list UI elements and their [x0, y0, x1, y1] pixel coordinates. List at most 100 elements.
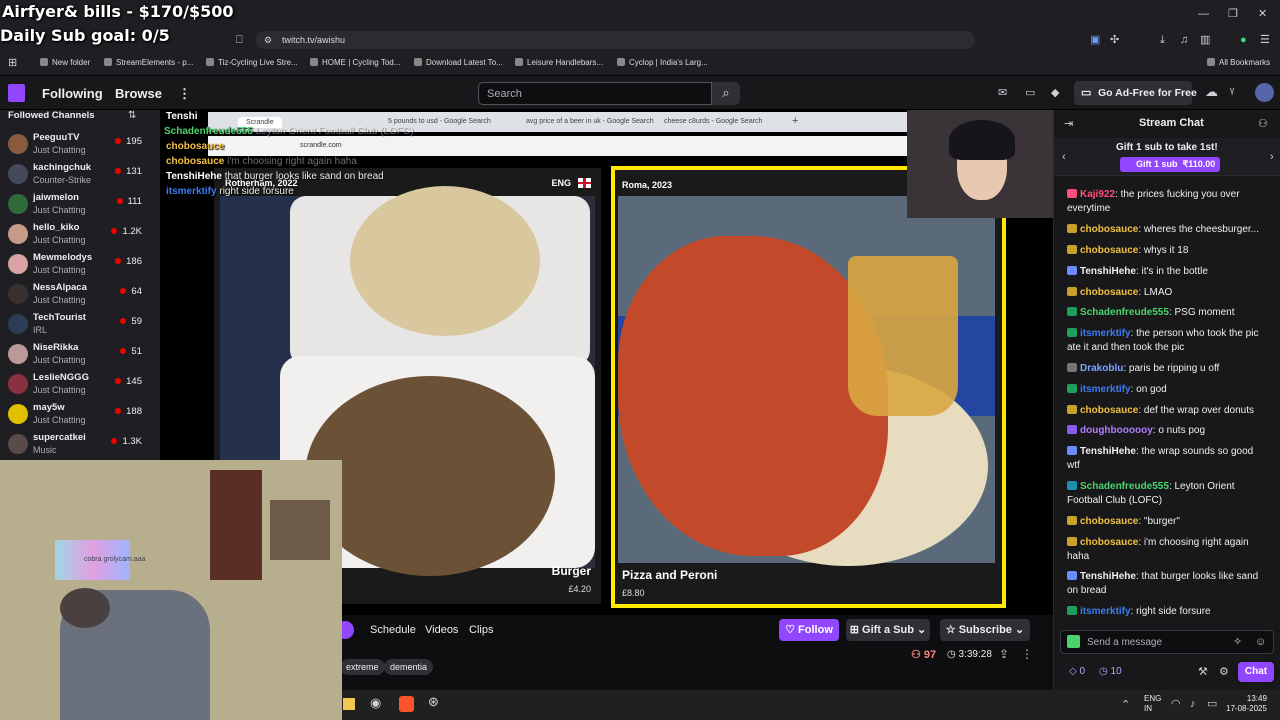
prediction-icon[interactable]: ⚒ — [1198, 666, 1208, 678]
chat-username[interactable]: TenshiHehe — [1080, 571, 1136, 582]
sidebar-channel[interactable]: supercatkei Music 1.3K — [0, 430, 160, 460]
chat-username[interactable]: Kaji922 — [1080, 189, 1115, 200]
chat-username[interactable]: Schadenfreude555 — [1080, 307, 1169, 318]
sidebar-channel[interactable]: PeeguuTV Just Chatting 195 — [0, 130, 160, 160]
chat-username[interactable]: itsmerktify — [1080, 384, 1131, 395]
tab-videos[interactable]: Videos — [425, 624, 458, 636]
tab-clips[interactable]: Clips — [469, 624, 493, 636]
user-avatar[interactable] — [1255, 83, 1274, 102]
chat-username[interactable]: chobosauce — [1080, 224, 1138, 235]
address-bar[interactable]: ⚙ twitch.tv/awishu — [255, 31, 975, 49]
puzzle-icon[interactable]: ✣ — [1110, 34, 1119, 46]
chat-username[interactable]: itsmerktify — [1080, 606, 1131, 617]
sidebar-channel[interactable]: kachingchuk Counter-Strike 131 — [0, 160, 160, 190]
search-input[interactable]: Search — [478, 82, 712, 105]
bookmark-icon[interactable]: ⎕ — [236, 34, 243, 46]
bookmark-item[interactable]: Tiz-Cycling Live Stre... — [206, 58, 298, 67]
sidebar-channel[interactable]: TechTourist IRL 59 — [0, 310, 160, 340]
stream-tag[interactable]: dementia — [384, 659, 434, 675]
emote-picker-icon[interactable]: ☺ — [1255, 636, 1266, 648]
bookmark-item[interactable]: New folder — [40, 58, 90, 67]
cloud-icon[interactable]: ☁ — [1205, 85, 1218, 98]
go-ad-free-button[interactable]: ▭ Go Ad-Free for Free — [1074, 81, 1197, 105]
channel-points[interactable]: ◇ 0 — [1069, 666, 1085, 677]
tray-chevron-icon[interactable]: ⌃ — [1121, 699, 1130, 711]
stream-tag[interactable]: extreme — [340, 659, 385, 675]
sidebar-channel[interactable]: jaiwmelon Just Chatting 111 — [0, 190, 160, 220]
menu-icon[interactable]: ☰ — [1260, 34, 1270, 46]
bookmark-item[interactable]: HOME | Cycling Tod... — [310, 58, 400, 67]
nav-browse[interactable]: Browse — [115, 86, 162, 101]
chat-username[interactable]: itsmerktify — [1080, 328, 1131, 339]
sidebar-channel[interactable]: may5w Just Chatting 188 — [0, 400, 160, 430]
extension-icon[interactable]: ▣ — [1090, 34, 1100, 46]
chat-username[interactable]: Schadenfreude555 — [1080, 481, 1169, 492]
prev-icon[interactable]: ‹ — [1062, 151, 1066, 163]
bits-icon[interactable]: ✧ — [1233, 636, 1242, 648]
volume-icon[interactable]: ♪ — [1190, 698, 1196, 710]
follow-button[interactable]: ♡ Follow — [779, 619, 839, 641]
whispers-icon[interactable]: ▭ — [1025, 87, 1035, 99]
chat-username[interactable]: TenshiHehe — [1080, 266, 1136, 277]
sidebar-channel[interactable]: LeslieNGGG Just Chatting 145 — [0, 370, 160, 400]
minimize-icon[interactable]: — — [1198, 8, 1209, 20]
prime-icon[interactable]: ◆ — [1051, 87, 1059, 99]
next-icon[interactable]: › — [1270, 151, 1274, 163]
chat-username[interactable]: doughboooooy — [1080, 425, 1153, 436]
channel-points-2[interactable]: ◷ 10 — [1099, 666, 1122, 677]
all-bookmarks[interactable]: All Bookmarks — [1207, 58, 1270, 67]
clock[interactable]: 13:49 17-08-2025 — [1226, 694, 1267, 714]
close-window-icon[interactable]: ✕ — [1258, 8, 1267, 20]
chat-users-icon[interactable]: ⚇ — [1258, 118, 1268, 130]
gift-sub-chat-button[interactable]: Gift 1 sub ₹110.00 — [1120, 157, 1220, 172]
vpn-icon[interactable]: ● — [1240, 34, 1247, 46]
bookmark-item[interactable]: Cyclop | India's Larg... — [617, 58, 708, 67]
search-button[interactable]: ⌕ — [712, 82, 740, 105]
chat-input[interactable]: Send a message ✧ ☺ — [1060, 630, 1274, 654]
more-options-icon[interactable]: ⋮ — [178, 86, 191, 102]
site-settings-icon[interactable]: ⚙ — [264, 34, 272, 46]
right-food-card[interactable]: Roma, 2023 Pizza and Peroni £8.80 — [611, 166, 1006, 608]
battery-icon[interactable]: ▭ — [1207, 698, 1217, 710]
twitch-logo-icon[interactable] — [8, 84, 25, 102]
chat-username[interactable]: chobosauce — [1080, 405, 1138, 416]
chat-username[interactable]: chobosauce — [1080, 516, 1138, 527]
share-icon[interactable]: ⇪ — [999, 648, 1009, 660]
steam-icon[interactable]: ◉ — [370, 696, 381, 709]
sidepanel-icon[interactable]: ▥ — [1200, 34, 1210, 46]
file-explorer-icon[interactable] — [343, 698, 355, 710]
apps-grid-icon[interactable]: ⊞ — [8, 57, 17, 69]
language-indicator[interactable]: ENG IN — [1144, 694, 1161, 714]
inbox-icon[interactable]: ✉ — [998, 87, 1007, 99]
sidebar-channel[interactable]: NessAlpaca Just Chatting 64 — [0, 280, 160, 310]
media-icon[interactable]: ♫ — [1180, 34, 1188, 46]
chat-username[interactable]: TenshiHehe — [1080, 446, 1136, 457]
app-icon[interactable]: ⊛ — [428, 695, 439, 708]
chat-username[interactable]: chobosauce — [1080, 287, 1138, 298]
chat-settings-icon[interactable]: ⚙ — [1219, 666, 1229, 678]
wifi-icon[interactable]: ◠ — [1171, 698, 1181, 710]
nav-following[interactable]: Following — [42, 86, 103, 101]
maximize-icon[interactable]: ❐ — [1228, 8, 1238, 20]
collapse-chat-icon[interactable]: ⇥ — [1064, 118, 1073, 130]
chat-send-button[interactable]: Chat — [1238, 662, 1274, 682]
bookmark-item[interactable]: Leisure Handlebars... — [515, 58, 603, 67]
more-icon[interactable]: ⋮ — [1021, 648, 1033, 660]
sort-icon[interactable]: ⇅ — [128, 110, 136, 122]
channel-points-value: 0 — [1079, 666, 1086, 677]
download-icon[interactable]: ⤓ — [1160, 34, 1165, 46]
bookmark-item[interactable]: StreamElements - p... — [104, 58, 193, 67]
bookmark-item[interactable]: Download Latest To... — [414, 58, 503, 67]
emote-icon[interactable]: ᵞ — [1230, 85, 1234, 98]
subscribe-button[interactable]: ☆ Subscribe ⌄ — [940, 619, 1030, 641]
sidebar-channel[interactable]: Mewmelodys Just Chatting 186 — [0, 250, 160, 280]
gift-sub-button[interactable]: ⊞ Gift a Sub ⌄ — [846, 619, 930, 641]
chat-username[interactable]: chobosauce — [1080, 537, 1138, 548]
brave-icon[interactable] — [399, 696, 414, 712]
sidebar-channel[interactable]: NiseRikka Just Chatting 51 — [0, 340, 160, 370]
identity-icon[interactable] — [1067, 635, 1080, 648]
tab-schedule[interactable]: Schedule — [370, 624, 416, 636]
chat-username[interactable]: chobosauce — [1080, 245, 1138, 256]
chat-username[interactable]: Drakoblu — [1080, 363, 1123, 374]
sidebar-channel[interactable]: hello_kiko Just Chatting 1.2K — [0, 220, 160, 250]
